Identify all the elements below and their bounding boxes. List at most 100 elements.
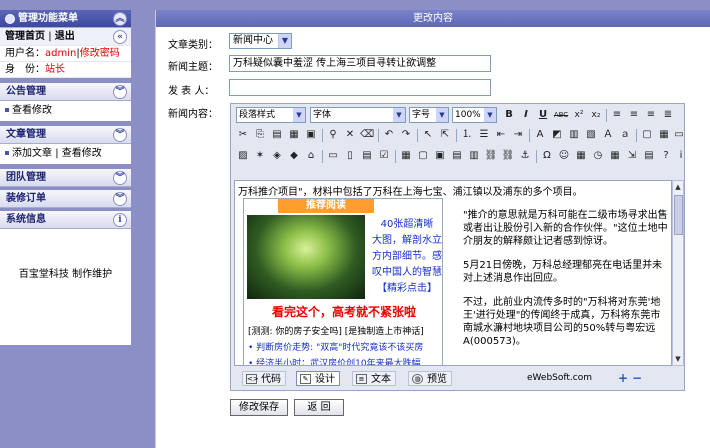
mode-design-tab[interactable]: ✎ 设计	[296, 371, 340, 386]
info-icon[interactable]: i	[113, 213, 127, 227]
expand-orders-icon[interactable]: ︾	[113, 192, 127, 206]
align-left-icon[interactable]: ≡	[610, 108, 624, 122]
section-team[interactable]: 团队管理 ︾	[0, 169, 131, 187]
recommend-line[interactable]: [测测: 你的房子安全吗] [是独制造上市神话]	[248, 324, 424, 337]
import-icon[interactable]: ⇲	[625, 149, 639, 163]
symbol-icon[interactable]: Ω	[540, 149, 554, 163]
fullscreen-icon[interactable]: ▢	[640, 128, 654, 142]
iframe-icon[interactable]: ▣	[433, 149, 447, 163]
marquee-icon[interactable]: ▤	[450, 149, 464, 163]
undo-icon[interactable]: ↶	[382, 128, 396, 142]
print-icon[interactable]: ▤	[642, 149, 656, 163]
zoom-out-icon[interactable]: −	[632, 371, 642, 385]
template-icon[interactable]: ▦	[399, 149, 413, 163]
home-link[interactable]: 管理首页	[5, 31, 45, 42]
subject-input[interactable]: 万科疑似囊中羞涩 传上海三项目寻转让欲调整	[229, 55, 491, 72]
bg-color-icon[interactable]: ◩	[550, 128, 564, 142]
checkbox-icon[interactable]: ☑	[377, 149, 391, 163]
image-icon[interactable]: ▨	[236, 149, 250, 163]
section-announce[interactable]: 公告管理 ︾	[0, 83, 131, 101]
expand-article-icon[interactable]: ︾	[113, 128, 127, 142]
mode-code-tab[interactable]: <> 代码	[242, 371, 286, 386]
category-select[interactable]: 新闻中心 ▼	[229, 33, 292, 49]
anchor-icon[interactable]: ⚓	[518, 149, 532, 163]
uppercase-icon[interactable]: Ａ	[601, 128, 615, 142]
select-icon[interactable]: ↖	[421, 128, 435, 142]
scroll-up-icon[interactable]: ▲	[673, 181, 683, 193]
paste-text-icon[interactable]: ▦	[287, 128, 301, 142]
recommend-line[interactable]: • 判断房价走势: "双高"时代究竟该不该买房	[248, 340, 423, 353]
expand-announce-icon[interactable]: ︾	[113, 85, 127, 99]
find-icon[interactable]: ⚲	[326, 128, 340, 142]
subscript-button[interactable]: x₂	[589, 108, 603, 122]
textarea-icon[interactable]: ▤	[360, 149, 374, 163]
font-size-select[interactable]: 字号 ▼	[409, 107, 449, 123]
about-icon[interactable]: i	[674, 149, 688, 163]
lowercase-icon[interactable]: ａ	[618, 128, 632, 142]
redo-icon[interactable]: ↷	[399, 128, 413, 142]
editor-content[interactable]: 万科推介项目"，材料中包括了万科在上海七宝、浦江镇以及浦东的多个项目。 推荐阅读…	[234, 180, 672, 366]
delete-icon[interactable]: ✕	[343, 128, 357, 142]
remote-file-icon[interactable]: ⌂	[304, 149, 318, 163]
file-icon[interactable]: ◆	[287, 149, 301, 163]
cut-icon[interactable]: ✂	[236, 128, 250, 142]
section-sysinfo[interactable]: 系统信息 i	[0, 211, 131, 229]
scroll-thumb[interactable]	[674, 195, 683, 235]
editor-scrollbar[interactable]: ▲ ▼	[672, 180, 684, 366]
view-article-link[interactable]: 查看修改	[62, 148, 102, 159]
remove-format-icon[interactable]: ▧	[584, 128, 598, 142]
underline-button[interactable]: U	[536, 108, 550, 122]
bold-button[interactable]: B	[502, 108, 516, 122]
indent-icon[interactable]: ⇥	[511, 128, 525, 142]
change-password-link[interactable]: 修改密码	[80, 48, 120, 59]
recommend-headline[interactable]: 看完这个，高考就不紧张啦	[244, 303, 444, 320]
date-icon[interactable]: ▦	[608, 149, 622, 163]
align-right-icon[interactable]: ≡	[644, 108, 658, 122]
publisher-input[interactable]	[229, 79, 491, 96]
collapse-menu-icon[interactable]: ︽	[113, 12, 127, 26]
hr-icon[interactable]: ▥	[467, 149, 481, 163]
italic-button[interactable]: I	[519, 108, 533, 122]
superscript-button[interactable]: x²	[572, 108, 586, 122]
align-center-icon[interactable]: ≡	[627, 108, 641, 122]
form-icon[interactable]: ▭	[326, 149, 340, 163]
unordered-list-icon[interactable]: ☰	[477, 128, 491, 142]
link-icon[interactable]: ⛓	[484, 149, 498, 163]
back-button[interactable]: 返 回	[294, 399, 344, 416]
unlink-icon[interactable]: ⛓	[501, 149, 515, 163]
textbox-icon[interactable]: ▯	[343, 149, 357, 163]
expand-team-icon[interactable]: ︾	[113, 171, 127, 185]
table-icon[interactable]: ▦	[657, 128, 671, 142]
mode-text-tab[interactable]: ≡ 文本	[352, 371, 396, 386]
strikethrough-button[interactable]: ABC	[552, 108, 570, 122]
paste-word-icon[interactable]: ▣	[304, 128, 318, 142]
flash-icon[interactable]: ✶	[253, 149, 267, 163]
zoom-in-icon[interactable]: +	[618, 371, 628, 385]
eraser-icon[interactable]: ⌫	[360, 128, 374, 142]
page-icon[interactable]: ▢	[416, 149, 430, 163]
paragraph-style-select[interactable]: 段落样式 ▼	[236, 107, 306, 123]
outdent-icon[interactable]: ⇤	[494, 128, 508, 142]
announce-item[interactable]: 查看修改	[0, 101, 131, 121]
show-borders-icon[interactable]: ▭	[672, 128, 686, 142]
announce-view-link[interactable]: 查看修改	[12, 105, 52, 116]
font-select[interactable]: 字体 ▼	[310, 107, 406, 123]
absolute-position-icon[interactable]: ⇱	[438, 128, 452, 142]
paste-icon[interactable]: ▤	[270, 128, 284, 142]
section-orders[interactable]: 装修订单 ︾	[0, 190, 131, 208]
excel-icon[interactable]: ▦	[574, 149, 588, 163]
section-article[interactable]: 文章管理 ︾	[0, 126, 131, 144]
format-icon[interactable]: ▥	[567, 128, 581, 142]
align-justify-icon[interactable]: ≣	[661, 108, 675, 122]
copy-icon[interactable]: ⎘	[253, 128, 267, 142]
ordered-list-icon[interactable]: ⒈	[460, 128, 474, 142]
datetime-icon[interactable]: ◷	[591, 149, 605, 163]
recommend-line[interactable]: • 经济半小时：武汉房价创10年来最大跌幅	[248, 356, 421, 365]
zoom-select[interactable]: 100% ▼	[452, 107, 497, 123]
collapse-left-icon[interactable]: «	[113, 30, 127, 44]
recommend-side-text[interactable]: 40张超清晰 大图，解剖水立 方内部细节。感 叹中国人的智慧 【精彩点击】	[370, 217, 444, 297]
add-article-link[interactable]: 添加文章	[12, 148, 52, 159]
save-button[interactable]: 修改保存	[230, 399, 288, 416]
help-icon[interactable]: ?	[659, 149, 673, 163]
text-color-icon[interactable]: A	[533, 128, 547, 142]
